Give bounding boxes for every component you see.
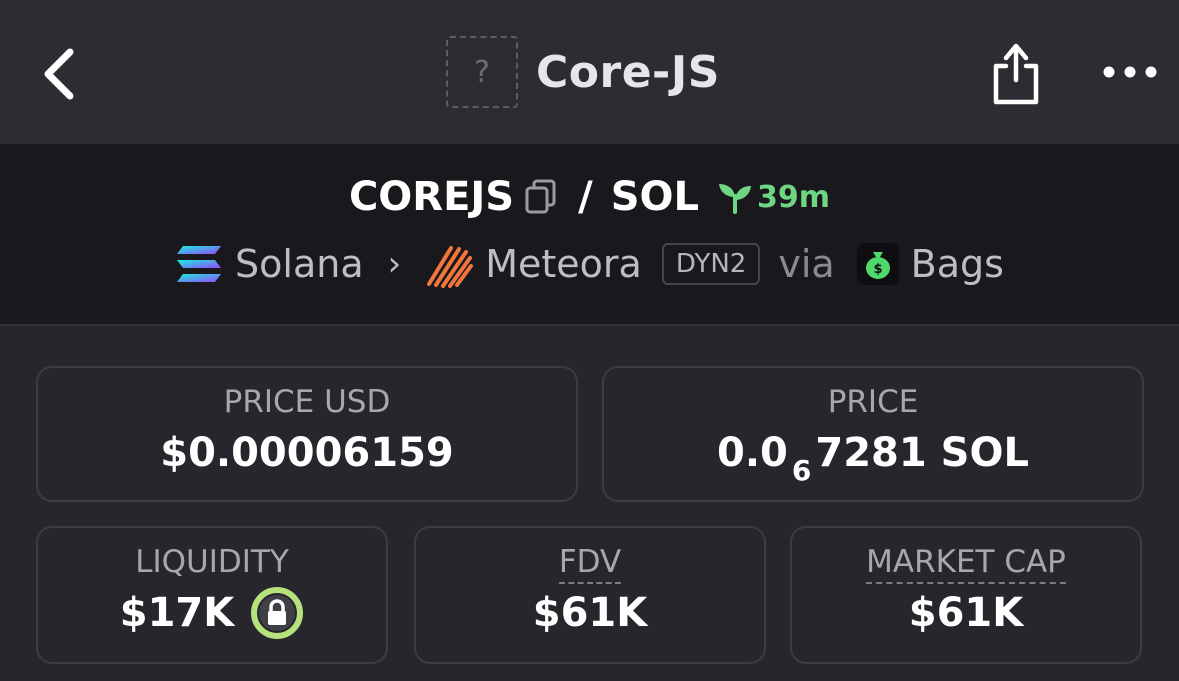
price-native-card: PRICE 0.0 6 7281 SOL [602, 366, 1144, 502]
share-icon [993, 43, 1039, 105]
via-label: via [778, 242, 835, 286]
token-title-group: ? Core-JS [446, 36, 720, 108]
price-usd-value: $0.00006159 [160, 430, 454, 476]
top-nav-bar: ? Core-JS [0, 0, 1179, 144]
price-digits: 7281 [815, 430, 927, 476]
svg-text:$: $ [873, 262, 882, 277]
token-logo-placeholder: ? [446, 36, 518, 108]
quote-token-symbol: SOL [610, 174, 700, 220]
market-cap-value: $61K [908, 590, 1024, 636]
pair-separator: / [578, 174, 593, 220]
pair-header: COREJS / SOL 39m Solana › Meteora DYN2 v… [0, 144, 1179, 326]
chevron-left-icon [44, 48, 74, 100]
share-button[interactable] [988, 36, 1044, 108]
price-unit: SOL [940, 430, 1029, 476]
liquidity-card: LIQUIDITY $17K [36, 526, 388, 664]
chevron-right-icon: › [387, 244, 402, 284]
liquidity-value: $17K [119, 590, 235, 636]
back-button[interactable] [36, 44, 84, 104]
lock-icon[interactable] [250, 586, 304, 640]
chain-breadcrumb: Solana › Meteora DYN2 via $ Bags [0, 240, 1179, 288]
page-title: Core-JS [536, 46, 720, 98]
pool-type-badge: DYN2 [661, 243, 761, 285]
price-usd-label: PRICE USD [223, 384, 391, 420]
solana-icon [177, 246, 222, 282]
pair-age: 39m [757, 179, 831, 215]
placeholder-glyph: ? [474, 54, 490, 90]
fdv-value: $61K [532, 590, 648, 636]
dex-link[interactable]: Meteora [485, 242, 642, 286]
price-prefix: 0.0 [717, 430, 788, 476]
launchpad-link[interactable]: Bags [911, 242, 1004, 286]
price-zero-count: 6 [791, 454, 812, 487]
money-bag-icon: $ [856, 243, 899, 285]
pair-line: COREJS / SOL 39m [0, 174, 1179, 220]
network-link[interactable]: Solana [235, 242, 364, 286]
liquidity-value-row: $17K [38, 586, 386, 640]
price-usd-card: PRICE USD $0.00006159 [36, 366, 578, 502]
market-cap-label[interactable]: MARKET CAP [792, 544, 1140, 584]
fdv-card: FDV $61K [414, 526, 766, 664]
liquidity-label: LIQUIDITY [135, 544, 289, 580]
more-options-button[interactable] [1100, 60, 1160, 84]
meteora-icon [427, 246, 474, 288]
price-native-label: PRICE [827, 384, 919, 420]
fdv-label[interactable]: FDV [416, 544, 764, 584]
price-native-value: 0.0 6 7281 SOL [604, 430, 1142, 487]
sprout-icon [719, 184, 752, 214]
more-icon [1103, 66, 1157, 78]
base-token-symbol: COREJS [348, 174, 515, 220]
market-cap-card: MARKET CAP $61K [790, 526, 1142, 664]
copy-icon[interactable] [524, 179, 558, 215]
